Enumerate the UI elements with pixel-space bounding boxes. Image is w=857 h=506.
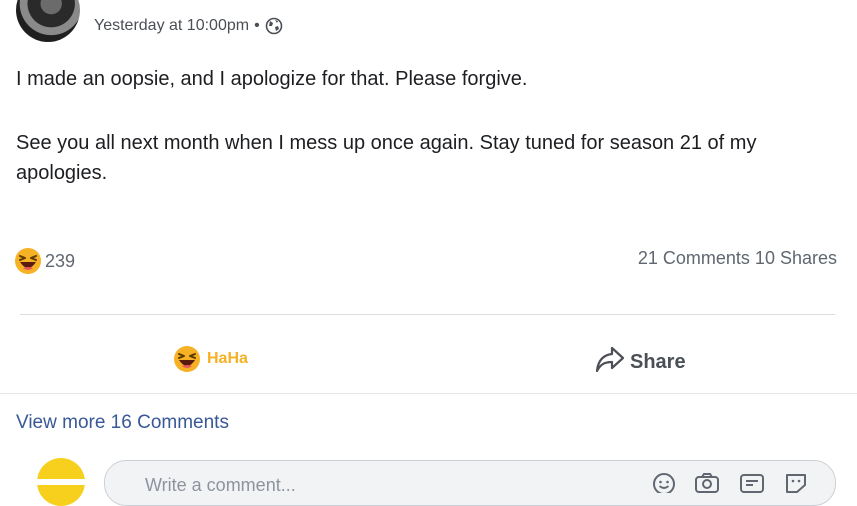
emoji-icon[interactable] [651,471,677,495]
comment-input[interactable] [145,475,605,496]
post-timestamp[interactable]: Yesterday at 10:00pm [94,17,249,35]
reaction-summary[interactable]: 239 [14,247,75,275]
comment-box[interactable] [104,460,836,506]
current-user-avatar [37,458,85,506]
author-avatar[interactable] [16,0,80,42]
haha-reaction-button[interactable]: HaHa [173,345,248,373]
view-more-comments-link[interactable]: View more 16 Comments [16,412,229,434]
share-icon [594,344,626,380]
camera-icon[interactable] [694,471,720,493]
divider [20,314,835,315]
haha-emoji-icon [173,345,201,373]
gif-icon[interactable] [739,471,765,493]
haha-emoji-icon [14,247,42,275]
globe-icon [265,17,283,35]
reaction-count: 239 [45,250,76,271]
comments-shares-count[interactable]: 21 Comments 10 Shares [638,248,837,269]
share-label: Share [630,350,686,373]
meta-separator: • [254,17,260,34]
post-paragraph: I made an oopsie, and I apologize for th… [16,68,528,90]
haha-label: HaHa [207,350,248,367]
post-meta: Yesterday at 10:00pm • [94,17,283,35]
share-button[interactable]: Share [594,344,686,380]
post-paragraph: See you all next month when I mess up on… [16,132,757,184]
sticker-icon[interactable] [783,471,809,493]
section-divider [0,393,857,394]
